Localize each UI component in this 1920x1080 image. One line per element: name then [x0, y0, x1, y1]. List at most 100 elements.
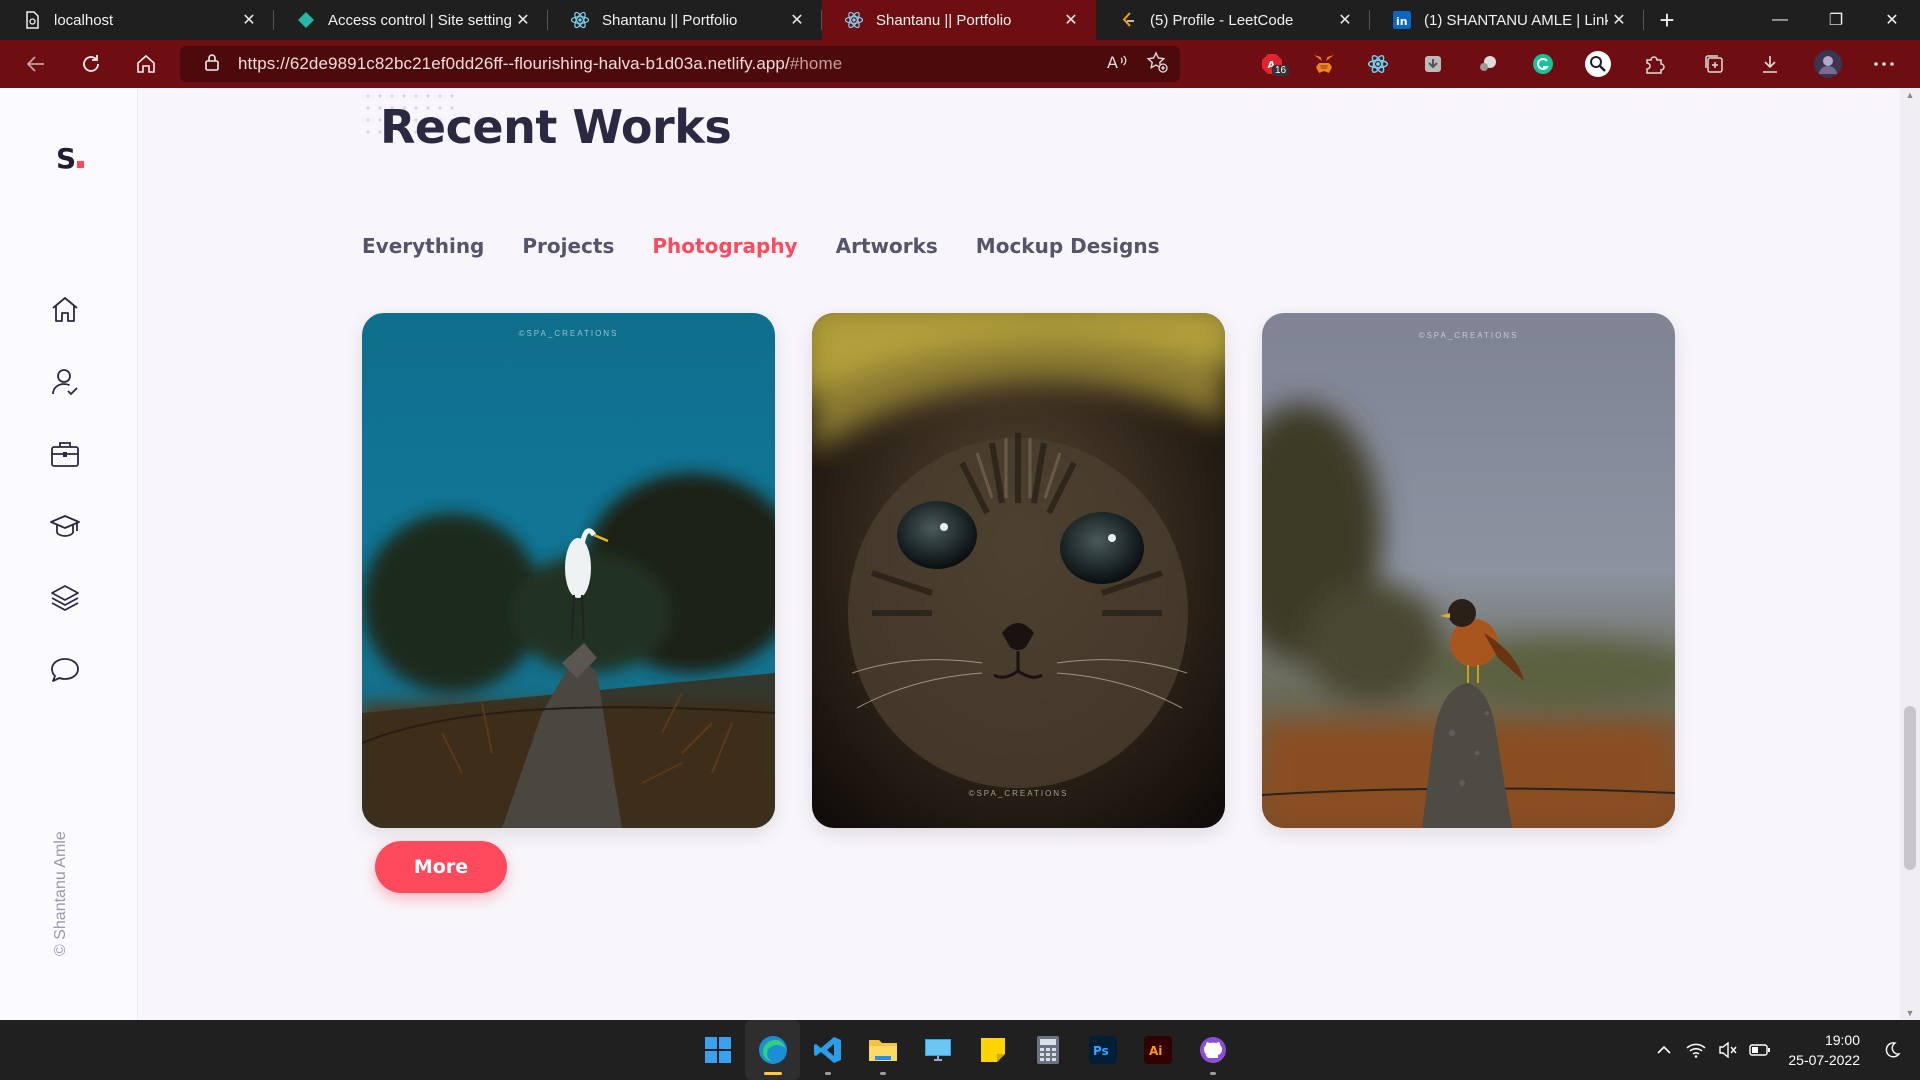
photo-card-kitten[interactable]: ©SPA_CREATIONS: [812, 313, 1225, 828]
taskbar-sticky-notes[interactable]: [965, 1020, 1020, 1080]
tab-title: Access control | Site settings: [328, 11, 512, 29]
myna-photo: [1262, 313, 1675, 828]
back-button[interactable]: [8, 40, 63, 88]
home-nav-icon[interactable]: [46, 294, 84, 326]
portfolio-page: S © Shantanu Amle Recent Works Everythin…: [0, 88, 1920, 1020]
services-nav-icon[interactable]: [46, 438, 84, 470]
browser-tab-bar: localhost ✕ Access control | Site settin…: [0, 0, 1920, 40]
zoom-search-icon[interactable]: [1578, 40, 1618, 88]
folder-icon: [868, 1040, 897, 1061]
download-helper-icon[interactable]: [1413, 40, 1453, 88]
collections-icon[interactable]: [1694, 40, 1734, 88]
photo-card-egret[interactable]: ©SPA_CREATIONS: [362, 313, 775, 828]
url-hash: #home: [789, 54, 843, 73]
windows-icon: [704, 1037, 731, 1063]
tab-leetcode[interactable]: (5) Profile - LeetCode ✕: [1096, 0, 1370, 40]
portfolio-filters: Everything Projects Photography Artworks…: [362, 234, 1160, 258]
minimize-button[interactable]: —: [1752, 0, 1808, 40]
contact-nav-icon[interactable]: [46, 654, 84, 686]
close-icon[interactable]: ✕: [512, 9, 534, 31]
tab-linkedin[interactable]: in (1) SHANTANU AMLE | Linke ✕: [1370, 0, 1644, 40]
grammarly-icon[interactable]: [1523, 40, 1563, 88]
filter-artworks[interactable]: Artworks: [836, 234, 938, 258]
start-button[interactable]: [690, 1020, 745, 1080]
filter-mockup-designs[interactable]: Mockup Designs: [976, 234, 1160, 258]
lock-icon[interactable]: [204, 53, 220, 76]
scroll-down-arrow-icon[interactable]: ▼: [1905, 1008, 1915, 1018]
taskbar-file-explorer[interactable]: [855, 1020, 910, 1080]
filter-everything[interactable]: Everything: [362, 234, 484, 258]
taskbar-vscode[interactable]: [800, 1020, 855, 1080]
downloads-icon[interactable]: [1750, 40, 1790, 88]
react-icon: [844, 10, 864, 30]
close-icon[interactable]: ✕: [238, 9, 260, 31]
vscode-icon: [813, 1037, 841, 1063]
taskbar-illustrator[interactable]: Ai: [1130, 1020, 1185, 1080]
site-logo[interactable]: S: [56, 142, 85, 175]
home-button[interactable]: [118, 40, 173, 88]
filter-projects[interactable]: Projects: [522, 234, 614, 258]
taskbar-github-desktop[interactable]: [1185, 1020, 1240, 1080]
metamask-extension-icon[interactable]: [1304, 40, 1344, 88]
taskbar-photoshop[interactable]: Ps: [1075, 1020, 1130, 1080]
sticky-notes-icon: [980, 1038, 1005, 1062]
restore-button[interactable]: ❐: [1808, 0, 1864, 40]
tab-title: Shantanu || Portfolio: [876, 11, 1012, 29]
volume-muted-icon[interactable]: [1714, 1042, 1742, 1058]
more-button[interactable]: More: [375, 841, 507, 893]
extensions-puzzle-icon[interactable]: [1634, 40, 1674, 88]
portfolio-nav-icon[interactable]: [46, 582, 84, 614]
section-title: Recent Works: [380, 100, 732, 154]
taskbar-edge[interactable]: [745, 1020, 800, 1080]
taskbar-calculator[interactable]: [1020, 1020, 1075, 1080]
tab-title: localhost: [54, 11, 114, 29]
focus-moon-icon[interactable]: [1878, 1041, 1906, 1059]
sidebar: S © Shantanu Amle: [0, 88, 138, 1020]
photo-card-myna[interactable]: ©SPA_CREATIONS: [1262, 313, 1675, 828]
tab-access-control[interactable]: Access control | Site settings ✕: [274, 0, 548, 40]
close-window-button[interactable]: ✕: [1864, 0, 1920, 40]
calculator-icon: [1036, 1036, 1059, 1064]
chevron-up-icon[interactable]: [1650, 1045, 1678, 1055]
close-icon[interactable]: ✕: [1060, 9, 1082, 31]
more-menu-icon[interactable]: [1864, 40, 1904, 88]
extension-icon[interactable]: [1468, 40, 1508, 88]
react-devtools-icon[interactable]: [1358, 40, 1398, 88]
tab-portfolio[interactable]: Shantanu || Portfolio ✕: [548, 0, 822, 40]
new-tab-button[interactable]: +: [1644, 0, 1690, 40]
close-icon[interactable]: ✕: [786, 9, 808, 31]
github-icon: [1199, 1037, 1226, 1063]
address-bar[interactable]: https://62de9891c82bc21ef0dd26ff--flouri…: [180, 46, 1180, 82]
scrollbar[interactable]: ▲ ▼: [1900, 88, 1920, 1020]
illustrator-icon: Ai: [1143, 1036, 1172, 1064]
battery-icon[interactable]: [1746, 1043, 1774, 1057]
taskbar-remote-desktop[interactable]: [910, 1020, 965, 1080]
tab-localhost[interactable]: localhost ✕: [0, 0, 274, 40]
read-aloud-icon[interactable]: A: [1106, 52, 1128, 77]
leetcode-icon: [1118, 10, 1138, 30]
svg-text:Ai: Ai: [1149, 1044, 1162, 1058]
close-icon[interactable]: ✕: [1608, 9, 1630, 31]
scrollbar-thumb[interactable]: [1904, 706, 1916, 870]
copyright-credit: © Shantanu Amle: [52, 831, 69, 956]
watermark: ©SPA_CREATIONS: [518, 329, 619, 338]
profile-avatar[interactable]: [1808, 40, 1848, 88]
system-clock[interactable]: 19:00 25-07-2022: [1788, 1030, 1860, 1070]
linkedin-icon: in: [1392, 10, 1412, 30]
adblock-extension-icon[interactable]: A 16: [1252, 40, 1292, 88]
wifi-icon[interactable]: [1682, 1042, 1710, 1058]
scroll-up-arrow-icon[interactable]: ▲: [1905, 90, 1915, 100]
extension-badge: 16: [1272, 65, 1290, 76]
filter-photography[interactable]: Photography: [652, 234, 797, 258]
add-favorite-icon[interactable]: [1146, 50, 1168, 78]
close-icon[interactable]: ✕: [1334, 9, 1356, 31]
refresh-button[interactable]: [63, 40, 118, 88]
about-nav-icon[interactable]: [46, 366, 84, 398]
education-nav-icon[interactable]: [46, 510, 84, 542]
windows-taskbar: Ps Ai 19:00 25-07-2022: [0, 1020, 1920, 1080]
tab-portfolio-active[interactable]: Shantanu || Portfolio ✕: [822, 0, 1096, 40]
url-main: https://62de9891c82bc21ef0dd26ff--flouri…: [238, 54, 790, 73]
tab-title: (1) SHANTANU AMLE | Linke: [1424, 11, 1608, 29]
edge-icon: [758, 1036, 787, 1064]
url-text: https://62de9891c82bc21ef0dd26ff--flouri…: [238, 54, 842, 74]
